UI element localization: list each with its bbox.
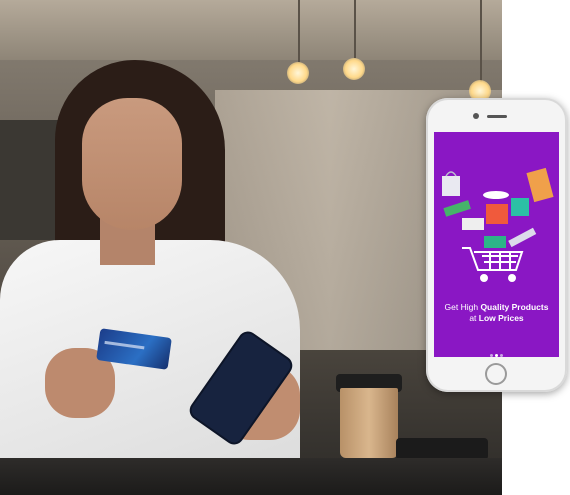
phone-screen: Get High Quality Products at Low Prices xyxy=(434,132,559,357)
carousel-dot[interactable] xyxy=(495,354,498,357)
tagline-text: Get High xyxy=(444,302,481,312)
shopping-bag-icon xyxy=(442,176,460,196)
shoe-item xyxy=(483,191,509,199)
tagline-text: at xyxy=(469,313,479,323)
background-shelf xyxy=(0,120,60,240)
phone-item xyxy=(508,227,537,248)
home-button[interactable] xyxy=(485,363,507,385)
wallet-item xyxy=(443,200,471,217)
shopping-illustration xyxy=(442,167,554,282)
coffee-cup xyxy=(340,388,398,458)
lamp-wire xyxy=(354,0,356,58)
front-camera xyxy=(473,113,479,119)
carousel-dots xyxy=(434,344,559,357)
tagline-emphasis: Low Prices xyxy=(478,313,524,323)
carousel-dot[interactable] xyxy=(500,354,503,357)
tagline-emphasis: Quality Products xyxy=(480,302,549,312)
box-item xyxy=(462,218,484,230)
ceiling xyxy=(0,0,502,60)
table-counter xyxy=(0,458,502,495)
box-item xyxy=(484,236,506,248)
earpiece xyxy=(487,115,507,118)
hanging-bulb xyxy=(287,62,309,84)
shopping-bag-icon xyxy=(526,167,554,203)
promo-tagline: Get High Quality Products at Low Prices xyxy=(434,302,559,324)
woman-face xyxy=(82,98,182,230)
lamp-wire xyxy=(298,0,300,62)
shopping-bag-icon xyxy=(511,198,529,216)
shopping-cart-icon xyxy=(462,247,524,282)
hanging-bulb xyxy=(343,58,365,80)
lamp-wire xyxy=(480,0,482,84)
carousel-dot[interactable] xyxy=(490,354,493,357)
gift-box-icon xyxy=(486,204,508,224)
wallet xyxy=(396,438,488,460)
phone-mockup: Get High Quality Products at Low Prices xyxy=(426,98,567,392)
